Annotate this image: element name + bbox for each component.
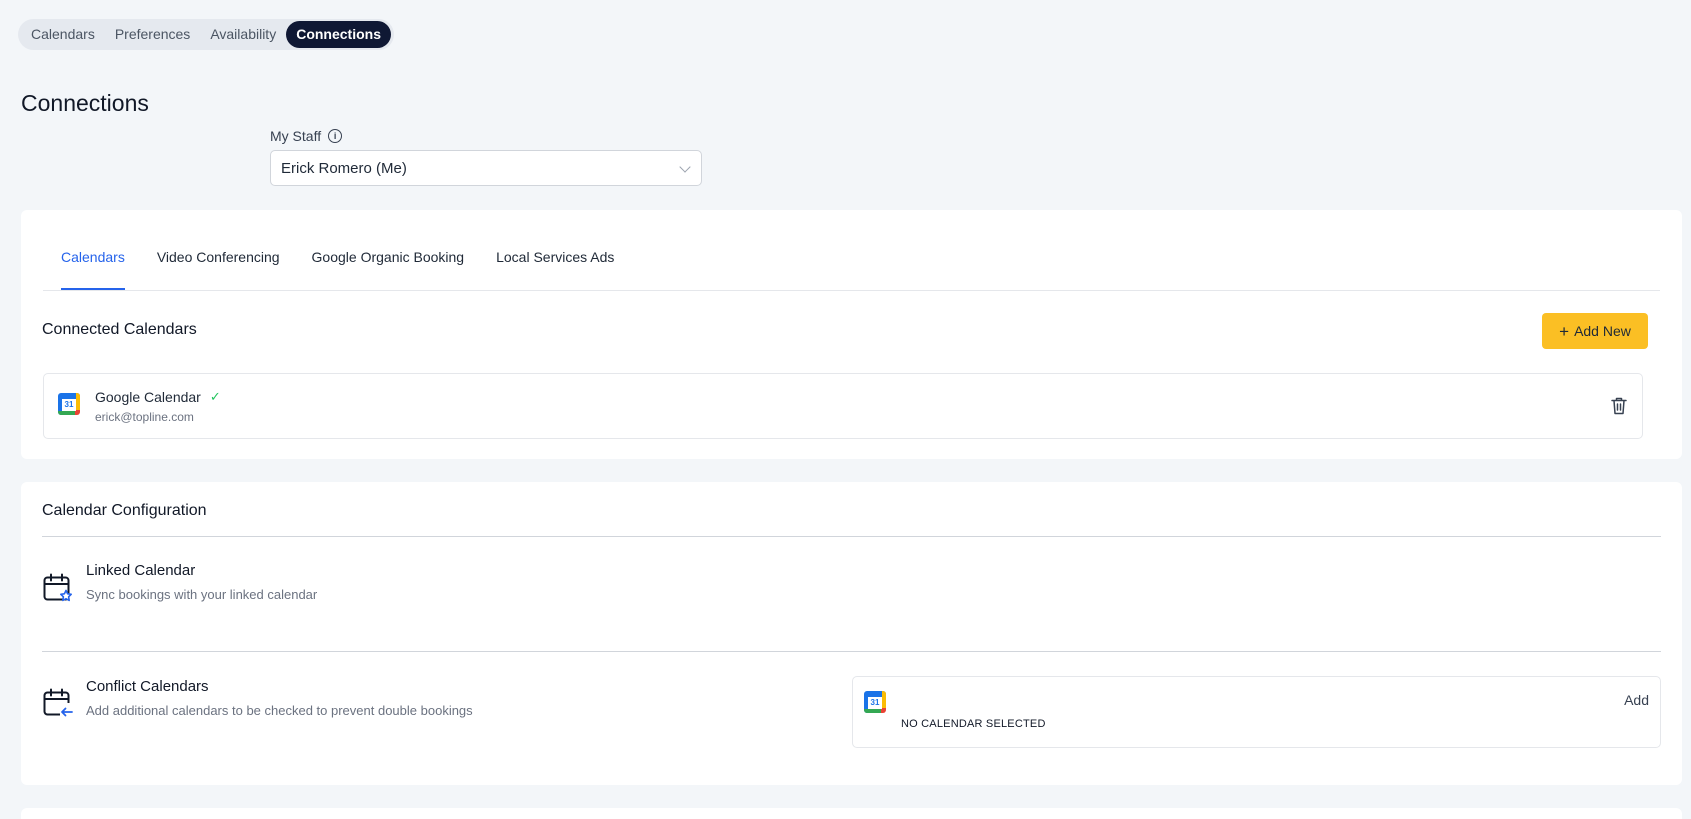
tab-local-services-ads[interactable]: Local Services Ads: [496, 249, 614, 290]
add-new-label: Add New: [1574, 323, 1631, 339]
staff-select[interactable]: Erick Romero (Me): [270, 150, 702, 186]
calendar-name: Google Calendar ✓: [95, 389, 221, 405]
connections-card: Calendars Video Conferencing Google Orga…: [21, 210, 1682, 459]
add-conflict-calendar-button[interactable]: Add: [1624, 692, 1649, 708]
check-icon: ✓: [209, 389, 221, 404]
tab-video-conferencing[interactable]: Video Conferencing: [157, 249, 280, 290]
tab-google-organic-booking[interactable]: Google Organic Booking: [312, 249, 465, 290]
chevron-down-icon: [679, 161, 691, 173]
calendar-email: erick@topline.com: [95, 410, 194, 424]
add-new-button[interactable]: + Add New: [1542, 313, 1648, 349]
nav-connections[interactable]: Connections: [286, 21, 391, 48]
conflict-calendars-title: Conflict Calendars: [86, 678, 209, 695]
calendar-configuration-card: Calendar Configuration Linked Calendar S…: [21, 482, 1682, 785]
staff-label: My Staff i: [270, 128, 343, 144]
connection-tabs: Calendars Video Conferencing Google Orga…: [43, 210, 1660, 291]
connected-calendars-title: Connected Calendars: [42, 321, 197, 338]
calendar-star-icon: [43, 573, 72, 602]
divider: [42, 651, 1661, 652]
calendar-configuration-title: Calendar Configuration: [42, 502, 207, 519]
nav-availability[interactable]: Availability: [200, 21, 286, 48]
plus-icon: +: [1559, 321, 1570, 341]
nav-preferences[interactable]: Preferences: [105, 21, 200, 48]
google-calendar-icon: 31: [864, 691, 886, 713]
google-calendar-icon: 31: [58, 393, 80, 415]
staff-label-text: My Staff: [270, 128, 322, 144]
info-icon[interactable]: i: [328, 129, 343, 143]
next-card: [21, 808, 1682, 819]
calendar-name-text: Google Calendar: [95, 389, 201, 405]
divider: [42, 536, 1661, 537]
linked-calendar-description: Sync bookings with your linked calendar: [86, 587, 318, 602]
staff-select-value: Erick Romero (Me): [281, 159, 407, 177]
trash-icon[interactable]: [1610, 396, 1628, 416]
top-nav: Calendars Preferences Availability Conne…: [18, 19, 394, 50]
tab-calendars[interactable]: Calendars: [61, 249, 125, 290]
conflict-calendar-box: 31 Add NO CALENDAR SELECTED: [852, 676, 1661, 748]
page-title: Connections: [21, 90, 149, 116]
conflict-calendars-description: Add additional calendars to be checked t…: [86, 703, 473, 718]
nav-calendars[interactable]: Calendars: [21, 21, 105, 48]
no-calendar-selected-text: NO CALENDAR SELECTED: [901, 718, 1046, 730]
calendar-arrow-icon: [43, 688, 73, 717]
connected-calendar-row: 31 Google Calendar ✓ erick@topline.com: [43, 373, 1643, 439]
linked-calendar-title: Linked Calendar: [86, 562, 196, 579]
